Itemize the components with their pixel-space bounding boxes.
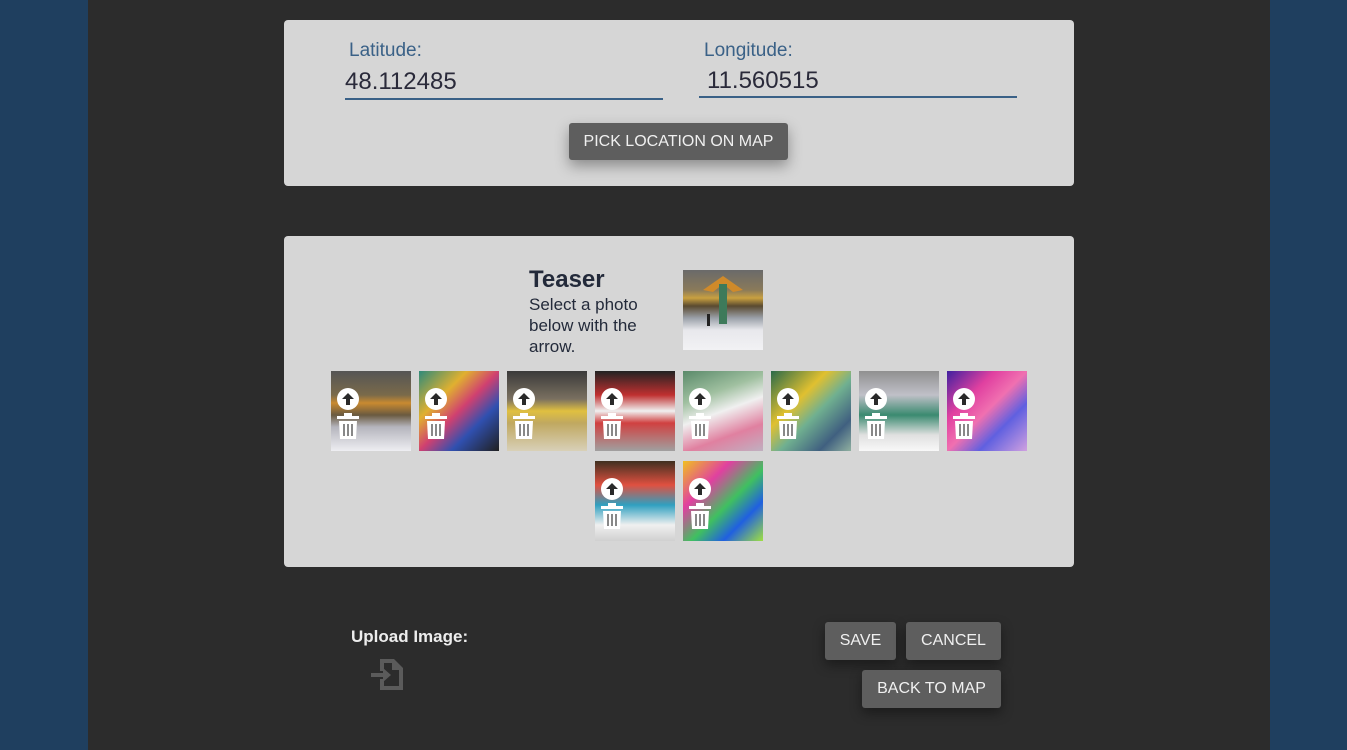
teaser-title: Teaser: [529, 266, 605, 293]
longitude-label: Longitude:: [704, 40, 793, 61]
trash-icon[interactable]: [689, 413, 711, 439]
back-to-map-button[interactable]: BACK TO MAP: [862, 670, 1001, 708]
trash-icon[interactable]: [777, 413, 799, 439]
photo-thumbnail: [683, 371, 763, 451]
photo-thumbnail: [507, 371, 587, 451]
arrow-up-icon[interactable]: [777, 388, 799, 410]
latitude-input[interactable]: [345, 66, 663, 100]
arrow-up-icon[interactable]: [425, 388, 447, 410]
arrow-up-icon[interactable]: [601, 478, 623, 500]
arrow-up-icon[interactable]: [953, 388, 975, 410]
arrow-up-icon[interactable]: [513, 388, 535, 410]
photo-thumbnail: [595, 461, 675, 541]
photo-thumbnail: [595, 371, 675, 451]
trash-icon[interactable]: [865, 413, 887, 439]
trash-icon[interactable]: [337, 413, 359, 439]
arrow-up-icon[interactable]: [337, 388, 359, 410]
trash-icon[interactable]: [513, 413, 535, 439]
photo-thumbnail: [331, 371, 411, 451]
teaser-description: Select a photo below with the arrow.: [529, 295, 638, 356]
photo-thumbnail: [771, 371, 851, 451]
trash-icon[interactable]: [425, 413, 447, 439]
trash-icon[interactable]: [601, 503, 623, 529]
photo-thumbnail: [419, 371, 499, 451]
arrow-up-icon[interactable]: [689, 388, 711, 410]
longitude-input[interactable]: [699, 66, 1017, 98]
latitude-label: Latitude:: [349, 40, 422, 61]
photo-thumbnail: [683, 461, 763, 541]
trash-icon[interactable]: [689, 503, 711, 529]
upload-label: Upload Image:: [351, 627, 469, 646]
file-import-icon[interactable]: [370, 657, 404, 691]
location-card: Latitude: Longitude: PICK LOCATION ON MA…: [284, 20, 1074, 186]
arrow-up-icon[interactable]: [601, 388, 623, 410]
photo-thumbnail: [947, 371, 1027, 451]
trash-icon[interactable]: [953, 413, 975, 439]
teaser-image: [683, 270, 763, 350]
arrow-up-icon[interactable]: [865, 388, 887, 410]
photo-thumbnail: [859, 371, 939, 451]
save-button[interactable]: SAVE: [825, 622, 896, 660]
photos-card: Teaser Select a photo below with the arr…: [284, 236, 1074, 567]
cancel-button[interactable]: CANCEL: [906, 622, 1001, 660]
arrow-up-icon[interactable]: [689, 478, 711, 500]
pick-location-button[interactable]: PICK LOCATION ON MAP: [569, 123, 788, 160]
trash-icon[interactable]: [601, 413, 623, 439]
